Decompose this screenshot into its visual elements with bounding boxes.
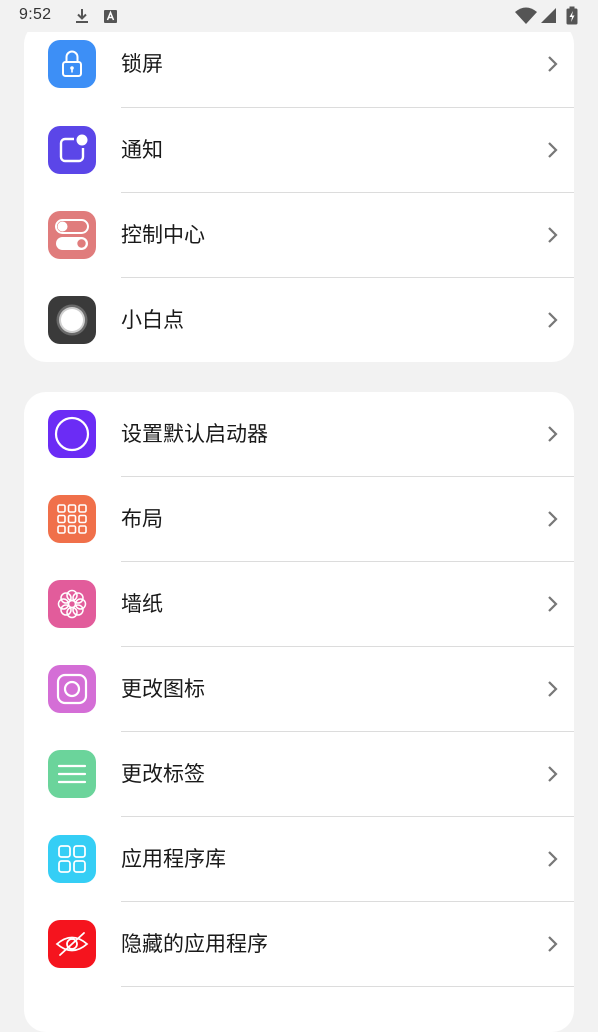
status-bar: 9:52 [0,0,598,32]
settings-item-label: 应用程序库 [121,847,226,871]
chevron-right-icon [546,54,560,74]
circle-icon [48,410,96,458]
row-divider [121,986,574,987]
settings-item-wallpaper[interactable]: 墙纸 [24,562,574,647]
grid-icon [48,495,96,543]
settings-item-label: 隐藏的应用程序 [121,932,268,956]
chevron-right-icon [546,424,560,444]
signal-icon [539,6,559,26]
settings-item-label: 锁屏 [121,52,163,76]
settings-item-label: 墙纸 [121,592,163,616]
wifi-icon [514,6,538,26]
chevron-right-icon [546,679,560,699]
chevron-right-icon [546,225,560,245]
settings-item-label: 布局 [121,507,163,531]
settings-item-change-icons[interactable]: 更改图标 [24,647,574,732]
settings-item-label: 更改标签 [121,762,205,786]
menu-lines-icon [48,750,96,798]
battery-icon [565,6,579,26]
settings-item-label: 更改图标 [121,677,205,701]
chevron-right-icon [546,934,560,954]
instagram-icon [48,665,96,713]
settings-item-label: 小白点 [121,308,184,332]
settings-item-notifications[interactable]: 通知 [24,108,574,193]
settings-item-assistive-touch[interactable]: 小白点 [24,278,574,362]
notification-icon [48,126,96,174]
toggle-icon [48,211,96,259]
settings-item-label: 控制中心 [121,223,205,247]
eye-off-icon [48,920,96,968]
settings-item-app-library[interactable]: 应用程序库 [24,817,574,902]
app-library-icon [48,835,96,883]
settings-group-1: 锁屏 通知 控制中心 小白点 [24,22,574,362]
chevron-right-icon [546,509,560,529]
chevron-right-icon [546,764,560,784]
status-time: 9:52 [19,6,52,23]
lock-icon [48,40,96,88]
settings-item-lock-screen[interactable]: 锁屏 [24,22,574,108]
settings-item-layout[interactable]: 布局 [24,477,574,562]
settings-item-control-center[interactable]: 控制中心 [24,193,574,278]
settings-item-hidden-apps[interactable]: 隐藏的应用程序 [24,902,574,987]
chevron-right-icon [546,140,560,160]
settings-group-2: 设置默认启动器 布局 墙纸 更改图标 更改标签 应用程序库 隐藏的应用程序 [24,392,574,1032]
download-icon [72,6,92,26]
settings-item-label: 通知 [121,138,163,162]
chevron-right-icon [546,310,560,330]
chevron-right-icon [546,594,560,614]
settings-item-label: 设置默认启动器 [121,422,268,446]
a-icon [101,6,121,26]
flower-icon [48,580,96,628]
settings-item-default-launcher[interactable]: 设置默认启动器 [24,392,574,477]
assistive-touch-icon [48,296,96,344]
settings-item-change-labels[interactable]: 更改标签 [24,732,574,817]
chevron-right-icon [546,849,560,869]
